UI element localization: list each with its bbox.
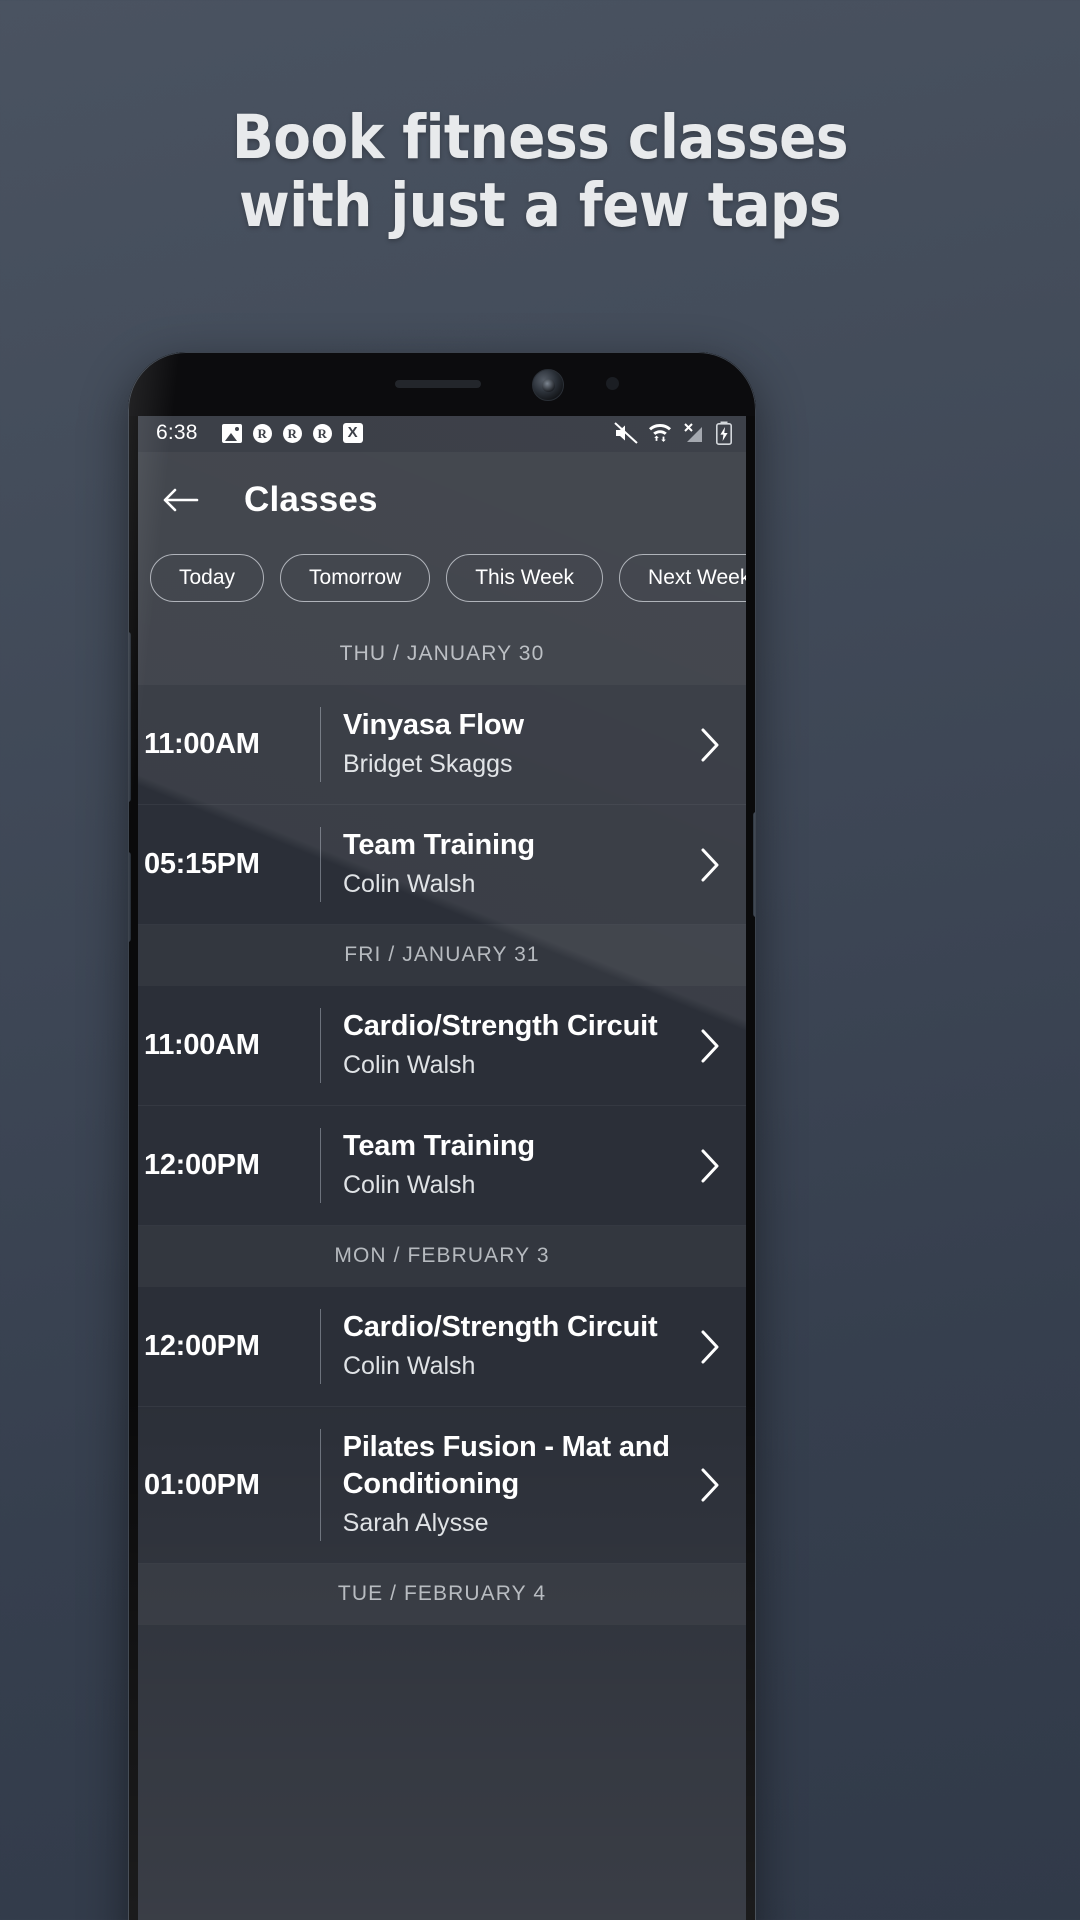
- chevron-right-icon[interactable]: [690, 1467, 730, 1503]
- class-time: 01:00PM: [144, 1468, 260, 1501]
- chevron-right-icon[interactable]: [690, 1329, 730, 1365]
- filter-chip-next-week[interactable]: Next Week: [619, 554, 746, 602]
- class-info: Pilates Fusion - Mat and Conditioning Sa…: [343, 1429, 690, 1541]
- class-list[interactable]: THU / JANUARY 30 11:00AM Vinyasa Flow Br…: [138, 624, 746, 1625]
- class-info: Cardio/Strength Circuit Colin Walsh: [343, 1008, 690, 1083]
- class-time: 12:00PM: [144, 1149, 260, 1181]
- row-divider: [320, 1309, 321, 1384]
- cellular-no-service-icon: [684, 423, 702, 442]
- headline-line-1: Book fitness classes: [231, 102, 849, 173]
- screen-title: Classes: [244, 480, 378, 519]
- class-title: Team Training: [343, 829, 535, 861]
- class-title: Cardio/Strength Circuit: [343, 1010, 658, 1042]
- power-button[interactable]: [753, 812, 756, 917]
- class-list-item[interactable]: 12:00PM Cardio/Strength Circuit Colin Wa…: [138, 1287, 746, 1407]
- status-bar-clock: 6:38: [156, 421, 198, 444]
- r-badge-icon: R: [252, 423, 272, 443]
- phone-mockup: 6:38 R R R X Classes Today Tomorrow This…: [128, 352, 756, 1920]
- status-bar-right: [614, 421, 732, 445]
- chevron-right-icon[interactable]: [690, 847, 730, 883]
- date-header: THU / JANUARY 30: [138, 624, 746, 685]
- front-camera-icon: [532, 369, 564, 401]
- chevron-right-icon[interactable]: [690, 1028, 730, 1064]
- x-badge-icon: X: [342, 423, 363, 443]
- date-header: MON / FEBRUARY 3: [138, 1226, 746, 1287]
- class-info: Team Training Colin Walsh: [343, 827, 690, 902]
- image-icon: [221, 423, 242, 443]
- row-divider: [320, 827, 321, 902]
- filter-chip-today[interactable]: Today: [150, 554, 265, 602]
- class-time: 11:00AM: [144, 728, 260, 760]
- class-title: Team Training: [343, 1130, 535, 1162]
- class-info: Cardio/Strength Circuit Colin Walsh: [343, 1309, 690, 1384]
- row-divider: [320, 1429, 321, 1541]
- status-bar-left: 6:38 R R R X: [156, 421, 363, 445]
- phone-screen: 6:38 R R R X Classes Today Tomorrow This…: [138, 414, 746, 1920]
- app-bar: Classes: [138, 452, 746, 548]
- wifi-transfer-icon: [649, 424, 671, 442]
- r-badge-icon: R: [282, 423, 302, 443]
- class-title: Vinyasa Flow: [343, 709, 524, 741]
- filter-chip-tomorrow[interactable]: Tomorrow: [280, 554, 431, 602]
- volume-button[interactable]: [128, 632, 131, 802]
- class-time: 11:00AM: [144, 1029, 260, 1061]
- headline-line-2: with just a few taps: [239, 170, 842, 241]
- class-list-item[interactable]: 11:00AM Cardio/Strength Circuit Colin Wa…: [138, 986, 746, 1106]
- class-title: Cardio/Strength Circuit: [343, 1311, 658, 1343]
- class-instructor: Colin Walsh: [343, 1352, 476, 1380]
- date-header: TUE / FEBRUARY 4: [138, 1564, 746, 1625]
- class-instructor: Colin Walsh: [343, 1051, 476, 1079]
- earpiece-speaker-icon: [395, 380, 481, 388]
- r-badge-icon: R: [312, 423, 332, 443]
- chevron-right-icon[interactable]: [690, 727, 730, 763]
- mute-icon: [614, 422, 638, 444]
- class-title: Pilates Fusion - Mat and Conditioning: [342, 1431, 670, 1500]
- class-list-item[interactable]: 11:00AM Vinyasa Flow Bridget Skaggs: [138, 685, 746, 805]
- class-instructor: Colin Walsh: [343, 1171, 476, 1199]
- back-button[interactable]: [158, 477, 204, 523]
- proximity-sensor-icon: [606, 377, 619, 390]
- class-instructor: Colin Walsh: [343, 870, 476, 898]
- date-header: FRI / JANUARY 31: [138, 925, 746, 986]
- row-divider: [320, 1008, 321, 1083]
- phone-top-bezel: [128, 352, 756, 416]
- class-instructor: Bridget Skaggs: [343, 750, 513, 778]
- row-divider: [320, 1128, 321, 1203]
- chevron-right-icon[interactable]: [690, 1148, 730, 1184]
- class-info: Vinyasa Flow Bridget Skaggs: [343, 707, 690, 782]
- class-info: Team Training Colin Walsh: [343, 1128, 690, 1203]
- class-time: 12:00PM: [144, 1330, 260, 1362]
- status-bar: 6:38 R R R X: [138, 414, 746, 452]
- class-list-item[interactable]: 05:15PM Team Training Colin Walsh: [138, 805, 746, 925]
- filter-chip-this-week[interactable]: This Week: [446, 554, 604, 602]
- filter-chip-row[interactable]: Today Tomorrow This Week Next Week: [138, 548, 746, 624]
- page-title: Book fitness classes with just a few tap…: [0, 104, 1080, 240]
- class-list-item[interactable]: 01:00PM Pilates Fusion - Mat and Conditi…: [138, 1407, 746, 1564]
- assistant-button[interactable]: [128, 852, 131, 942]
- class-instructor: Sarah Alysse: [342, 1509, 489, 1537]
- back-arrow-icon: [163, 488, 199, 512]
- battery-charging-icon: [716, 421, 732, 445]
- class-list-item[interactable]: 12:00PM Team Training Colin Walsh: [138, 1106, 746, 1226]
- row-divider: [320, 707, 321, 782]
- class-time: 05:15PM: [144, 848, 260, 880]
